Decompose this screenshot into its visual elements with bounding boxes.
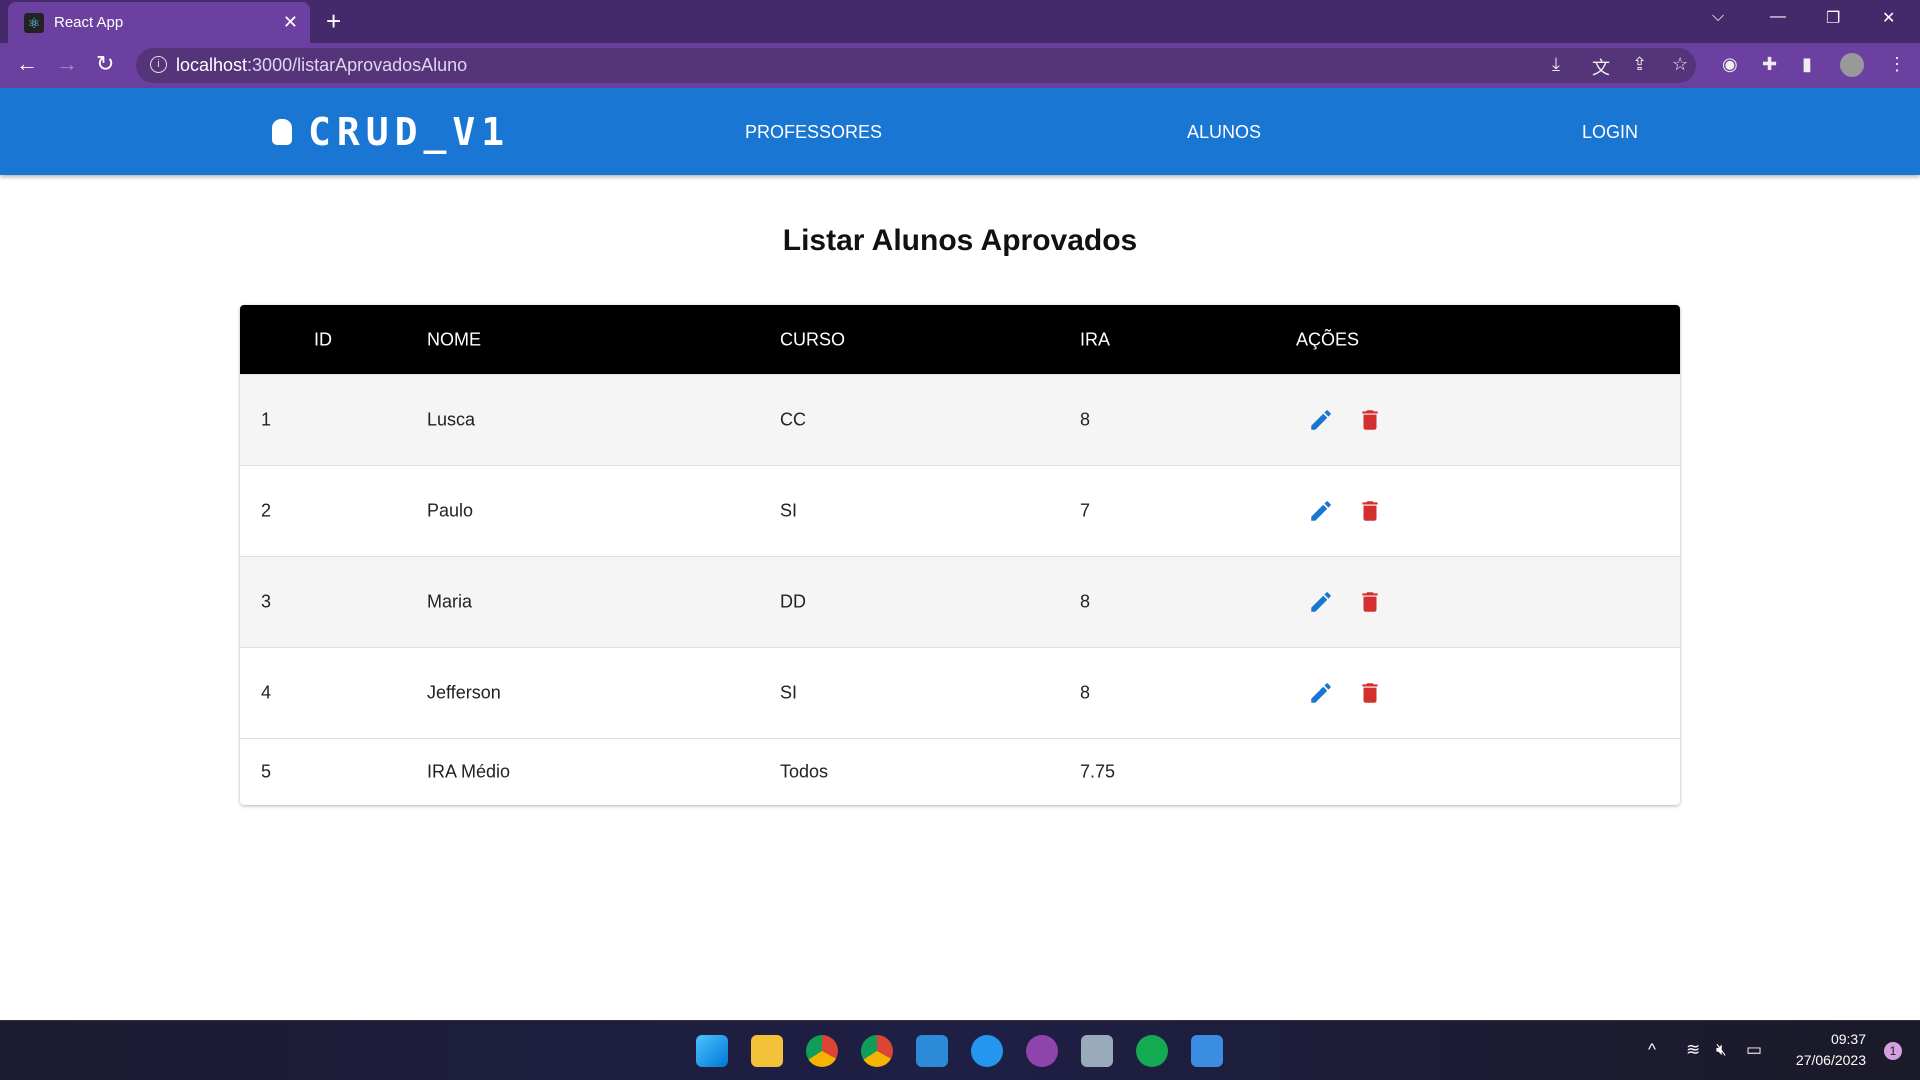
students-table: ID NOME CURSO IRA AÇÕES 1 Lusca CC 8 2 P… [240,305,1680,805]
edit-icon[interactable] [1308,498,1334,524]
new-tab-button[interactable]: + [326,6,341,37]
app-header: CRUD_V1 PROFESSORES ALUNOS LOGIN [0,88,1920,175]
address-bar[interactable]: i localhost:3000/listarAprovadosAluno [136,48,1696,83]
summary-curso: Todos [780,761,829,782]
cell-nome: Lusca [427,409,476,430]
col-ira: IRA [1080,329,1111,349]
tab-title: React App [54,14,124,31]
cell-ira: 8 [1080,591,1091,612]
vscode-icon[interactable] [916,1035,948,1067]
browser-toolbar: ← → ↻ i localhost:3000/listarAprovadosAl… [0,43,1920,88]
side-panel-icon[interactable]: ▮ [1802,54,1812,75]
file-explorer-icon[interactable] [751,1035,783,1067]
wifi-icon[interactable]: ≋ [1686,1040,1700,1060]
info-icon[interactable]: i [150,56,167,73]
bookmark-star-icon[interactable]: ☆ [1672,54,1688,75]
edit-icon[interactable] [1308,589,1334,615]
cell-curso: DD [780,591,806,612]
monitor-icon[interactable] [1081,1035,1113,1067]
extension-icon[interactable]: ◉ [1722,54,1738,75]
col-id: ID [314,329,332,349]
cell-id: 1 [261,409,272,430]
chrome-icon[interactable] [806,1035,838,1067]
delete-icon[interactable] [1357,589,1383,615]
cell-curso: SI [780,500,798,521]
delete-icon[interactable] [1357,680,1383,706]
table-header: ID NOME CURSO IRA AÇÕES [240,305,1680,375]
logo-text: CRUD_V1 [308,110,511,154]
puzzle-icon[interactable]: ✚ [1762,54,1777,75]
cell-id: 3 [261,591,272,612]
summary-nome: IRA Médio [427,761,511,782]
docker-icon[interactable] [971,1035,1003,1067]
table-row: 1 Lusca CC 8 [240,375,1680,466]
col-curso: CURSO [780,329,846,349]
cell-id: 2 [261,500,272,521]
taskbar: ^ ≋ 🔇︎ ▭ 09:37 27/06/2023 1 [0,1020,1920,1080]
table-row: 2 Paulo SI 7 [240,466,1680,557]
table-row: 4 Jefferson SI 8 [240,648,1680,739]
logo[interactable]: CRUD_V1 [272,110,510,154]
back-icon[interactable]: ← [16,51,38,77]
menu-icon[interactable]: ⋮ [1888,54,1906,75]
edit-icon[interactable] [1308,680,1334,706]
cell-ira: 8 [1080,682,1091,703]
tray-chevron-icon[interactable]: ^ [1648,1040,1656,1060]
react-icon: ⚛ [24,12,44,33]
summary-id: 5 [261,761,272,782]
cell-nome: Jefferson [427,682,501,703]
photos-icon[interactable] [1191,1035,1223,1067]
tab-search-icon[interactable]: ⌵ [1712,8,1724,26]
cell-ira: 8 [1080,409,1091,430]
cell-id: 4 [261,682,272,703]
summary-row: 5 IRA Médio Todos 7.75 [240,739,1680,805]
cell-curso: CC [780,409,806,430]
translate-icon[interactable]: 文 [1592,54,1610,80]
start-icon[interactable] [696,1035,728,1067]
cell-nome: Paulo [427,500,474,521]
reload-icon[interactable]: ↻ [96,51,114,77]
cell-ira: 7 [1080,500,1091,521]
nav-professores[interactable]: PROFESSORES [745,122,882,143]
android-icon [272,119,292,145]
share-icon[interactable]: ⇪ [1632,54,1647,75]
chrome-profile-icon[interactable] [861,1035,893,1067]
col-nome: NOME [427,329,481,349]
time: 09:37 [1830,1031,1866,1047]
cell-curso: SI [780,682,798,703]
clock[interactable]: 09:37 27/06/2023 [1796,1029,1866,1071]
page-title: Listar Alunos Aprovados [782,224,1138,257]
browser-tab-strip: ⚛ React App ✕ + ⌵ — ❐ ✕ [0,0,1920,43]
install-icon[interactable]: ⤓ [1552,54,1560,75]
notification-badge[interactable]: 1 [1884,1042,1902,1060]
battery-icon[interactable]: ▭ [1746,1040,1762,1060]
minimize-button[interactable]: — [1770,8,1786,26]
avatar[interactable] [1840,53,1864,77]
url-host: localhost [176,55,248,75]
table-row: 3 Maria DD 8 [240,557,1680,648]
col-acoes: AÇÕES [1296,329,1360,349]
restore-button[interactable]: ❐ [1826,8,1840,28]
mute-icon[interactable]: 🔇︎ [1716,1040,1727,1060]
nav-alunos[interactable]: ALUNOS [1187,122,1261,143]
delete-icon[interactable] [1357,407,1383,433]
delete-icon[interactable] [1357,498,1383,524]
date: 27/06/2023 [1795,1052,1866,1068]
browser-tab[interactable]: ⚛ React App ✕ [8,2,310,43]
close-tab-icon[interactable]: ✕ [283,12,298,33]
url-path: :3000/listarAprovadosAluno [247,55,468,75]
forward-icon[interactable]: → [56,51,78,77]
nav-login[interactable]: LOGIN [1582,122,1638,143]
edit-icon[interactable] [1308,407,1334,433]
mongodb-compass-icon[interactable] [1136,1035,1168,1067]
cell-nome: Maria [427,591,473,612]
github-desktop-icon[interactable] [1026,1035,1058,1067]
close-window-button[interactable]: ✕ [1882,8,1895,28]
summary-ira: 7.75 [1080,761,1116,782]
